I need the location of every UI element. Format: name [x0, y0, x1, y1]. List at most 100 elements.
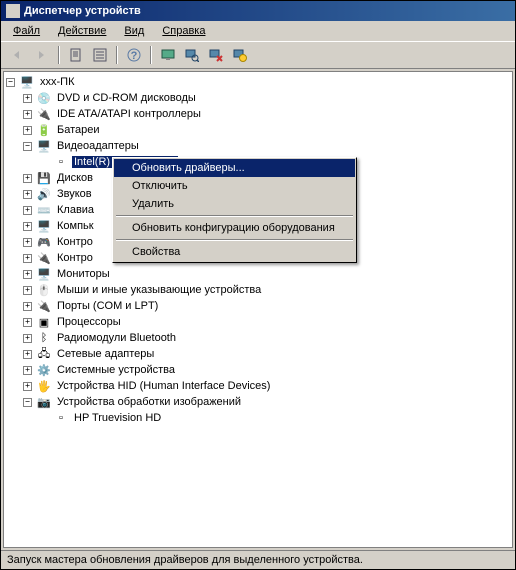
- node-label: Радиомодули Bluetooth: [55, 332, 178, 344]
- tree-node[interactable]: + 🖧Сетевые адаптеры: [6, 346, 510, 362]
- node-label: Видеоадаптеры: [55, 140, 141, 152]
- device-category-icon: 💿: [36, 91, 52, 105]
- node-label: Мониторы: [55, 268, 112, 280]
- expander-icon[interactable]: +: [23, 366, 32, 375]
- expander-icon[interactable]: −: [6, 78, 15, 87]
- device-category-icon: 🔋: [36, 123, 52, 137]
- ctx-update-drivers[interactable]: Обновить драйверы...: [114, 159, 355, 177]
- tree-node[interactable]: +🔋Батареи: [6, 122, 510, 138]
- expander-icon[interactable]: +: [23, 318, 32, 327]
- arrow-right-icon: [35, 49, 49, 61]
- uninstall-icon: [209, 48, 223, 62]
- ctx-delete[interactable]: Удалить: [114, 195, 355, 213]
- status-text: Запуск мастера обновления драйверов для …: [7, 554, 363, 566]
- tree-node[interactable]: + ⚙️Системные устройства: [6, 362, 510, 378]
- node-label: Устройства обработки изображений: [55, 396, 243, 408]
- node-label: Устройства HID (Human Interface Devices): [55, 380, 272, 392]
- device-category-icon: 🖧: [36, 347, 52, 361]
- tree-node[interactable]: + 🖥️Мониторы: [6, 266, 510, 282]
- expander-icon[interactable]: +: [23, 286, 32, 295]
- expander-icon[interactable]: +: [23, 110, 32, 119]
- tree-node[interactable]: −📷Устройства обработки изображений: [6, 394, 510, 410]
- expander-icon[interactable]: +: [23, 238, 32, 247]
- tree-node[interactable]: + 🖐️Устройства HID (Human Interface Devic…: [6, 378, 510, 394]
- toolbar-button-3[interactable]: [157, 45, 179, 65]
- scan-button[interactable]: [181, 45, 203, 65]
- titlebar: Диспетчер устройств: [1, 1, 515, 21]
- tree-node[interactable]: +🖱️Мыши и иные указывающие устройства: [6, 282, 510, 298]
- node-label: Клавиа: [55, 204, 96, 216]
- tree-root[interactable]: − 🖥️ xxx-ПК: [6, 74, 510, 90]
- toolbar: ?: [1, 41, 515, 69]
- help-button[interactable]: ?: [123, 45, 145, 65]
- menubar: Файл Действие Вид Справка: [1, 21, 515, 41]
- node-label: Компьк: [55, 220, 96, 232]
- node-label: Сетевые адаптеры: [55, 348, 156, 360]
- monitor-icon: [161, 48, 175, 62]
- node-label: Контро: [55, 252, 95, 264]
- device-tree[interactable]: − 🖥️ xxx-ПК +💿DVD и CD-ROM дисководы+🔌ID…: [3, 71, 513, 548]
- menu-file[interactable]: Файл: [5, 23, 48, 39]
- tree-node[interactable]: −🖥️Видеоадаптеры: [6, 138, 510, 154]
- expander-icon[interactable]: +: [23, 222, 32, 231]
- expander-icon[interactable]: +: [23, 174, 32, 183]
- list-icon: [93, 48, 107, 62]
- device-category-icon: 🔌: [36, 251, 52, 265]
- ctx-disable[interactable]: Отключить: [114, 177, 355, 195]
- device-category-icon: 📷: [36, 395, 52, 409]
- toolbar-button-1[interactable]: [65, 45, 87, 65]
- expander-icon[interactable]: +: [23, 94, 32, 103]
- expander-icon[interactable]: +: [23, 382, 32, 391]
- device-category-icon: 🔌: [36, 107, 52, 121]
- tree-node[interactable]: + 🔌IDE ATA/ATAPI контроллеры: [6, 106, 510, 122]
- device-category-icon: 🎮: [36, 235, 52, 249]
- expander-icon[interactable]: −: [23, 142, 32, 151]
- ctx-separator: [116, 215, 353, 217]
- expander-icon[interactable]: +: [23, 206, 32, 215]
- forward-button: [31, 45, 53, 65]
- computer-icon: 🖥️: [19, 75, 35, 89]
- expander-icon[interactable]: +: [23, 126, 32, 135]
- device-category-icon: 🔌: [36, 299, 52, 313]
- device-category-icon: 🖥️: [36, 219, 52, 233]
- menu-help[interactable]: Справка: [154, 23, 213, 39]
- expander-icon[interactable]: +: [23, 350, 32, 359]
- node-label: Контро: [55, 236, 95, 248]
- expander-icon[interactable]: +: [23, 334, 32, 343]
- device-category-icon: 🖐️: [36, 379, 52, 393]
- node-label: IDE ATA/ATAPI контроллеры: [55, 108, 203, 120]
- toolbar-button-2[interactable]: [89, 45, 111, 65]
- device-category-icon: ⌨️: [36, 203, 52, 217]
- tree-node[interactable]: +🔌Порты (COM и LPT): [6, 298, 510, 314]
- ctx-refresh-config[interactable]: Обновить конфигурацию оборудования: [114, 219, 355, 237]
- ctx-separator: [116, 239, 353, 241]
- tree-node[interactable]: +▣Процессоры: [6, 314, 510, 330]
- device-icon: ▫: [53, 411, 69, 425]
- uninstall-button[interactable]: [205, 45, 227, 65]
- scan-icon: [185, 48, 199, 62]
- device-category-icon: 🖥️: [36, 267, 52, 281]
- menu-action[interactable]: Действие: [50, 23, 114, 39]
- expander-icon[interactable]: +: [23, 190, 32, 199]
- expander-icon[interactable]: +: [23, 270, 32, 279]
- ctx-properties[interactable]: Свойства: [114, 243, 355, 261]
- expander-icon[interactable]: −: [23, 398, 32, 407]
- node-label: Системные устройства: [55, 364, 177, 376]
- device-icon: ▫: [53, 155, 69, 169]
- device-category-icon: 🖥️: [36, 139, 52, 153]
- tree-node[interactable]: +ᛒРадиомодули Bluetooth: [6, 330, 510, 346]
- tree-leaf[interactable]: ▫HP Truevision HD: [6, 410, 510, 426]
- tree-node[interactable]: +💿DVD и CD-ROM дисководы: [6, 90, 510, 106]
- expander-icon[interactable]: +: [23, 254, 32, 263]
- node-label: Мыши и иные указывающие устройства: [55, 284, 263, 296]
- app-icon: [6, 4, 20, 18]
- svg-text:?: ?: [131, 50, 138, 62]
- page-icon: [69, 48, 83, 62]
- statusbar: Запуск мастера обновления драйверов для …: [1, 550, 515, 569]
- expander-icon[interactable]: +: [23, 302, 32, 311]
- help-icon: ?: [127, 48, 141, 62]
- device-category-icon: ⚙️: [36, 363, 52, 377]
- back-button: [7, 45, 29, 65]
- menu-view[interactable]: Вид: [116, 23, 152, 39]
- toolbar-button-4[interactable]: [229, 45, 251, 65]
